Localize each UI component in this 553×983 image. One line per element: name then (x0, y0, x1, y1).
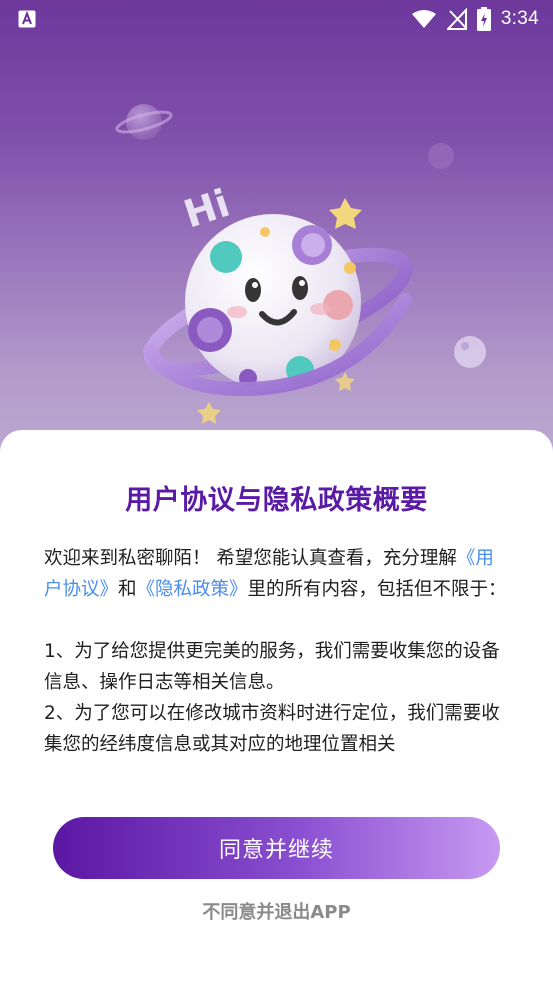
agreement-item-2: 2、为了您可以在修改城市资料时进行定位，我们需要收集您的经纬度信息或其对应的地理… (44, 703, 500, 755)
intro-text-2: 里的所有内容，包括但不限于： (247, 579, 507, 600)
agree-continue-button[interactable]: 同意并继续 (53, 817, 500, 879)
privacy-policy-link[interactable]: 《隐私政策》 (137, 579, 248, 600)
status-time: 3:34 (500, 8, 539, 29)
agreement-dialog: 用户协议与隐私政策概要 欢迎来到私密聊陌！ 希望您能认真查看，充分理解《用户协议… (0, 430, 553, 983)
dialog-title: 用户协议与隐私政策概要 (125, 485, 428, 516)
hero-banner: Hi 3:34 (0, 0, 553, 470)
battery-charging-icon (476, 7, 491, 31)
accessibility-a-icon (18, 10, 36, 28)
agreement-content[interactable]: 欢迎来到私密聊陌！ 希望您能认真查看，充分理解《用户协议》和《隐私政策》里的所有… (44, 543, 512, 795)
no-signal-icon (446, 8, 467, 30)
intro-text: 欢迎来到私密聊陌！ 希望您能认真查看，充分理解 (44, 548, 457, 569)
and-text: 和 (118, 579, 137, 600)
wifi-icon (411, 9, 437, 29)
planet-illustration: Hi (0, 0, 553, 470)
intro-paragraph: 欢迎来到私密聊陌！ 希望您能认真查看，充分理解《用户协议》和《隐私政策》里的所有… (44, 543, 512, 605)
disagree-exit-link[interactable]: 不同意并退出APP (0, 898, 553, 924)
status-bar: 3:34 (0, 0, 553, 38)
agreement-item-1: 1、为了给您提供更完美的服务，我们需要收集您的设备信息、操作日志等相关信息。 (44, 641, 500, 693)
